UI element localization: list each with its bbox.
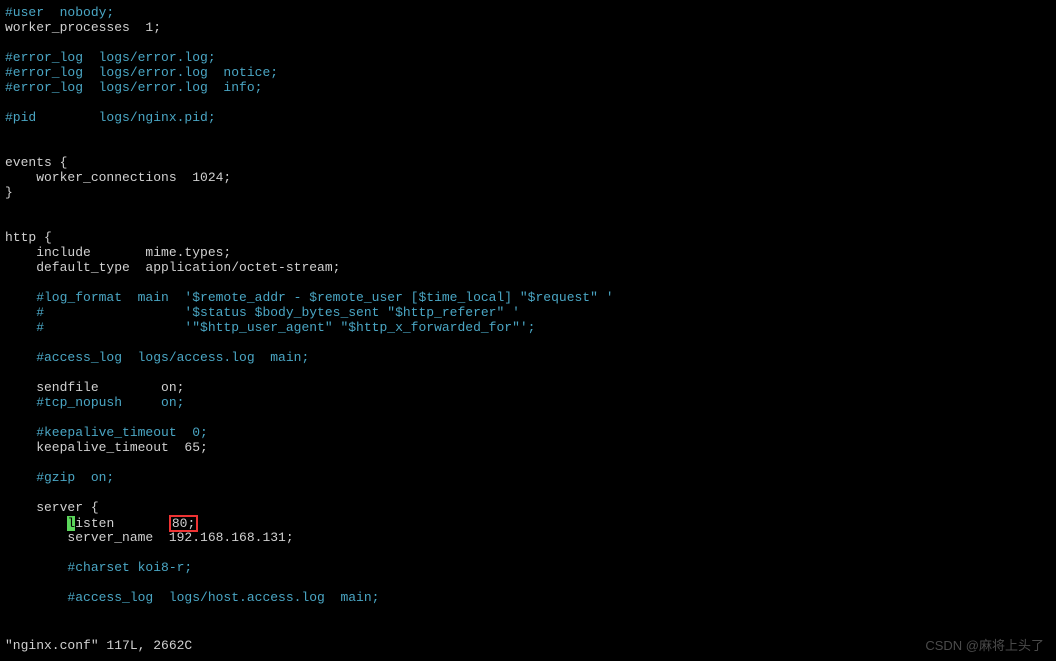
code-line: #error_log logs/error.log; bbox=[5, 50, 1056, 65]
watermark: CSDN @麻将上头了 bbox=[925, 638, 1044, 653]
code-line bbox=[5, 35, 1056, 50]
code-line: default_type application/octet-stream; bbox=[5, 260, 1056, 275]
code-line bbox=[5, 455, 1056, 470]
code-line: server { bbox=[5, 500, 1056, 515]
code-line bbox=[5, 125, 1056, 140]
code-line: include mime.types; bbox=[5, 245, 1056, 260]
code-line bbox=[5, 200, 1056, 215]
code-line: worker_processes 1; bbox=[5, 20, 1056, 35]
code-line: #keepalive_timeout 0; bbox=[5, 425, 1056, 440]
code-line: #charset koi8-r; bbox=[5, 560, 1056, 575]
code-line: sendfile on; bbox=[5, 380, 1056, 395]
code-line: events { bbox=[5, 155, 1056, 170]
code-line: #error_log logs/error.log info; bbox=[5, 80, 1056, 95]
code-line: # '"$http_user_agent" "$http_x_forwarded… bbox=[5, 320, 1056, 335]
code-line: http { bbox=[5, 230, 1056, 245]
code-line: #log_format main '$remote_addr - $remote… bbox=[5, 290, 1056, 305]
code-line: worker_connections 1024; bbox=[5, 170, 1056, 185]
code-line: #error_log logs/error.log notice; bbox=[5, 65, 1056, 80]
code-line: keepalive_timeout 65; bbox=[5, 440, 1056, 455]
code-line bbox=[5, 410, 1056, 425]
code-line bbox=[5, 575, 1056, 590]
code-line: #gzip on; bbox=[5, 470, 1056, 485]
terminal-editor[interactable]: #user nobody;worker_processes 1; #error_… bbox=[5, 5, 1056, 605]
code-line bbox=[5, 335, 1056, 350]
code-line: server_name 192.168.168.131; bbox=[5, 530, 1056, 545]
code-line: #access_log logs/access.log main; bbox=[5, 350, 1056, 365]
code-line bbox=[5, 275, 1056, 290]
code-line: #tcp_nopush on; bbox=[5, 395, 1056, 410]
code-line: #access_log logs/host.access.log main; bbox=[5, 590, 1056, 605]
code-line bbox=[5, 140, 1056, 155]
code-line: #user nobody; bbox=[5, 5, 1056, 20]
code-line bbox=[5, 365, 1056, 380]
code-line bbox=[5, 545, 1056, 560]
code-line-listen: listen 80; bbox=[5, 515, 1056, 530]
code-line: #pid logs/nginx.pid; bbox=[5, 110, 1056, 125]
code-line bbox=[5, 95, 1056, 110]
code-line bbox=[5, 215, 1056, 230]
vim-status-line: "nginx.conf" 117L, 2662C bbox=[5, 638, 192, 653]
code-line: } bbox=[5, 185, 1056, 200]
code-line bbox=[5, 485, 1056, 500]
code-line: # '$status $body_bytes_sent "$http_refer… bbox=[5, 305, 1056, 320]
